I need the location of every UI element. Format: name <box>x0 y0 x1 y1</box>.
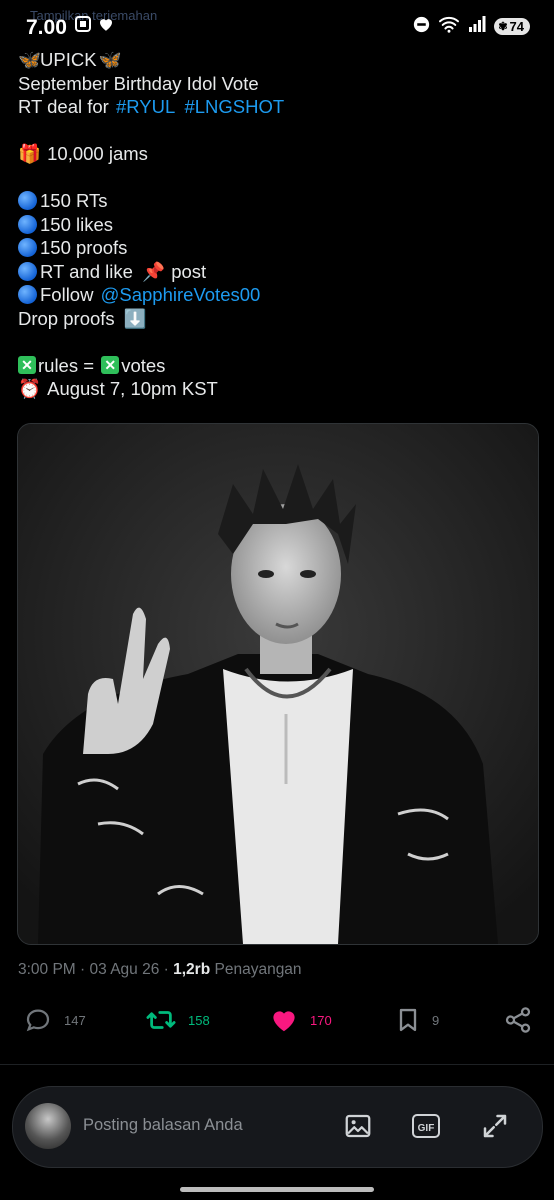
tweet-line: ✕ rules = ✕ votes <box>18 354 538 378</box>
hashtag-link[interactable]: #RYUL <box>116 95 175 119</box>
wifi-icon <box>438 15 460 38</box>
blue-circle-icon <box>18 214 37 234</box>
down-arrow-icon: ⬇️ <box>123 307 147 329</box>
retweet-icon <box>146 1011 176 1029</box>
blue-circle-icon <box>18 261 37 281</box>
like-button[interactable]: 170 <box>268 1005 332 1035</box>
bookmark-button[interactable]: 9 <box>394 1005 439 1035</box>
screenshot-icon <box>74 15 92 38</box>
retweet-count: 158 <box>188 1012 210 1028</box>
tweet-text: 🦋 UPICK 🦋 September Birthday Idol Vote R… <box>18 48 538 401</box>
tweet-time: 3:00 PM <box>18 961 76 978</box>
battery-level: 74 <box>509 19 524 34</box>
tweet-line-title: 🦋 UPICK 🦋 <box>18 48 538 72</box>
reply-icon <box>26 1009 50 1032</box>
tweet-text-span: RT deal for <box>18 96 114 117</box>
status-time: 7.00 <box>26 16 67 39</box>
blue-circle-icon <box>18 285 37 305</box>
cross-mark-icon: ✕ <box>18 356 36 375</box>
gif-icon[interactable]: GIF <box>411 1111 441 1146</box>
heart-filled-icon <box>273 1011 295 1032</box>
blue-circle-icon <box>18 191 37 211</box>
share-button[interactable] <box>503 1005 533 1035</box>
gif-label: GIF <box>418 1123 435 1134</box>
tweet-line: Follow @SapphireVotes00 <box>18 283 538 307</box>
tweet-line: 150 RTs <box>18 189 538 213</box>
image-icon[interactable] <box>343 1111 373 1146</box>
requirement-text: RT and like <box>40 260 133 282</box>
dnd-icon <box>413 16 430 38</box>
tweet-subtitle: September Birthday Idol Vote <box>18 72 259 94</box>
hashtag-link[interactable]: #LNGSHOT <box>184 95 284 119</box>
tweet-line: Drop proofs ⬇️ <box>18 307 538 331</box>
prize-text: 10,000 jams <box>47 143 148 164</box>
requirement-text: 150 proofs <box>40 237 128 258</box>
tweet-line: ⏰ August 7, 10pm KST <box>18 377 538 401</box>
requirement-text: Follow <box>40 284 99 305</box>
reply-count: 147 <box>64 1012 86 1028</box>
butterfly-icon: 🦋 <box>18 49 42 70</box>
tweet-line: 🎁 10,000 jams <box>18 142 538 166</box>
tweet-action-bar: 147 158 170 9 <box>0 1005 554 1045</box>
tweet-photo[interactable] <box>17 423 539 945</box>
mention-link[interactable]: @SapphireVotes00 <box>101 283 261 307</box>
requirement-text: 150 RTs <box>40 190 108 211</box>
signal-icon <box>468 16 486 37</box>
blue-circle-icon <box>18 238 37 258</box>
share-icon <box>505 1007 531 1033</box>
user-avatar[interactable] <box>25 1103 71 1149</box>
heart-status-icon <box>97 15 115 38</box>
rules-text: votes <box>121 354 166 376</box>
idol-photo-illustration <box>18 424 538 944</box>
requirement-text: 150 likes <box>40 213 114 235</box>
bookmark-count: 9 <box>432 1012 440 1028</box>
tweet-line: RT deal for #RYUL #LNGSHOT <box>18 95 538 119</box>
reply-input[interactable]: Posting balasan Anda <box>83 1116 243 1135</box>
leaf-icon: ✾ <box>498 21 508 33</box>
rules-text: rules = <box>38 354 100 376</box>
expand-icon[interactable] <box>480 1111 510 1146</box>
battery-indicator: ✾ 74 <box>494 18 530 35</box>
tweet-line: 150 likes <box>18 213 538 237</box>
tweet-meta: 3:00 PM · 03 Agu 26 · 1,2rb Penayangan <box>18 961 302 978</box>
tweet-line: RT and like 📌 post <box>18 260 538 284</box>
cross-mark-icon: ✕ <box>101 356 120 375</box>
pin-icon: 📌 <box>142 260 166 282</box>
tweet-title: UPICK <box>40 49 97 70</box>
gift-icon: 🎁 <box>18 143 42 164</box>
butterfly-icon: 🦋 <box>98 49 122 70</box>
retweet-button[interactable]: 158 <box>144 1005 210 1035</box>
tweet-date: 03 Agu 26 <box>89 961 160 978</box>
divider <box>0 1064 554 1065</box>
requirement-text: Drop proofs <box>18 307 115 329</box>
status-bar: Tampilkan terjemahan 7.00 ✾ 74 <box>0 0 554 50</box>
home-indicator[interactable] <box>180 1187 374 1192</box>
deadline-text: August 7, 10pm KST <box>47 378 218 399</box>
views-count[interactable]: 1,2rb <box>173 961 210 978</box>
requirement-text: post <box>171 260 207 282</box>
tweet-line: 150 proofs <box>18 236 538 260</box>
tweet-line: September Birthday Idol Vote <box>18 72 538 96</box>
reply-button[interactable]: 147 <box>22 1005 86 1035</box>
like-count: 170 <box>310 1012 332 1028</box>
alarm-clock-icon: ⏰ <box>18 378 42 399</box>
reply-composer[interactable]: Posting balasan Anda GIF <box>12 1086 543 1168</box>
views-label: Penayangan <box>214 961 302 978</box>
bookmark-icon <box>399 1008 417 1032</box>
